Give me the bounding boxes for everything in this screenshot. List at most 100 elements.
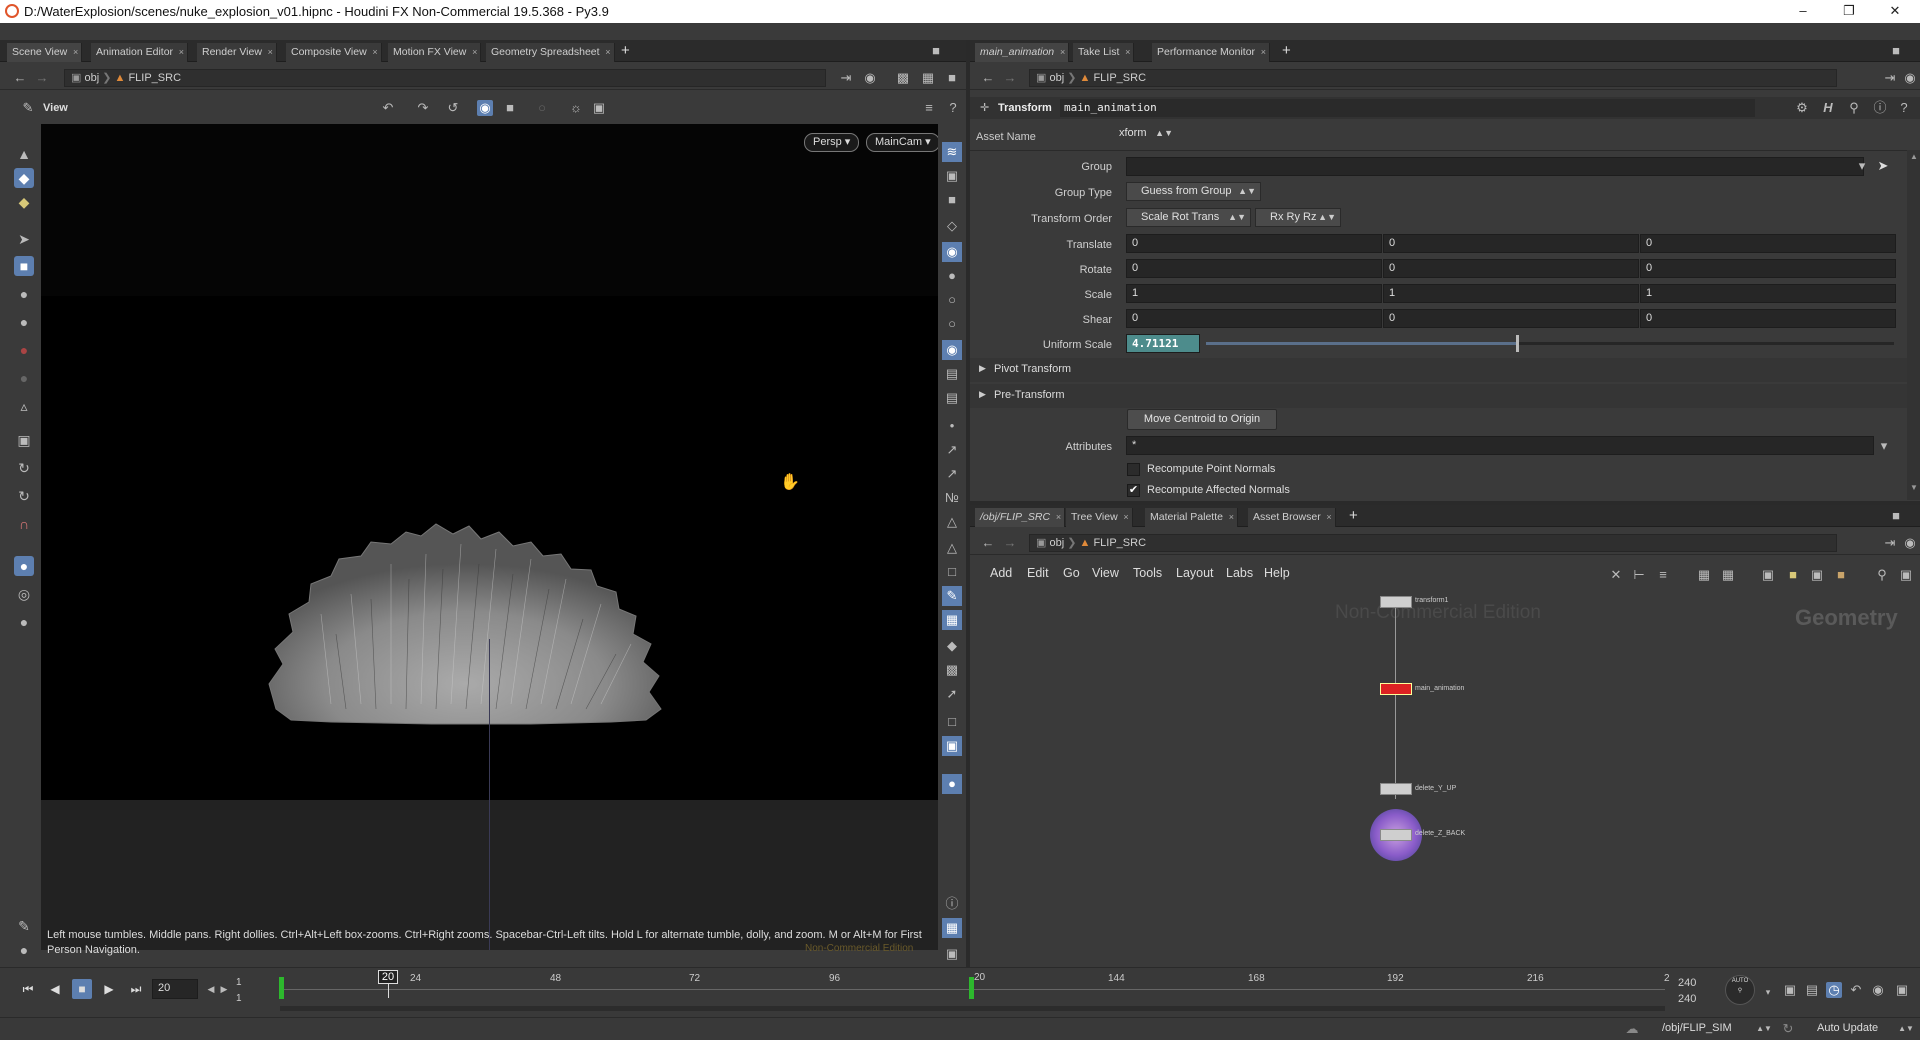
tab-composite-view[interactable]: Composite View × bbox=[286, 43, 382, 62]
translate-z-field[interactable]: 0 bbox=[1640, 234, 1896, 253]
translate-y-field[interactable]: 0 bbox=[1383, 234, 1639, 253]
tab-scene-view[interactable]: Scene View × bbox=[7, 43, 83, 62]
safe-area-icon[interactable]: □ bbox=[942, 712, 962, 732]
stop-icon[interactable]: ■ bbox=[72, 979, 92, 999]
search-icon[interactable]: ⚲ bbox=[1846, 100, 1862, 116]
tree-icon[interactable]: ≡ bbox=[921, 100, 937, 116]
rotate-y-field[interactable]: 0 bbox=[1383, 259, 1639, 278]
menu-go[interactable]: Go bbox=[1063, 566, 1080, 580]
jump-end-icon[interactable]: ⏭ bbox=[126, 979, 146, 999]
select-points-icon[interactable]: ↶ bbox=[380, 100, 396, 116]
menu-tools[interactable]: Tools bbox=[1133, 566, 1162, 580]
menu-add[interactable]: Add bbox=[990, 566, 1012, 580]
grid-icon[interactable]: ▦ bbox=[942, 610, 962, 630]
flipbook-icon[interactable]: ✎ bbox=[14, 916, 34, 936]
group-field[interactable] bbox=[1126, 157, 1864, 176]
point-number-icon[interactable]: № bbox=[942, 488, 962, 508]
back-arrow-icon[interactable]: ← bbox=[980, 70, 996, 86]
range-end[interactable]: 240 bbox=[1678, 977, 1696, 989]
current-frame-field[interactable]: 20 bbox=[152, 979, 198, 999]
select-objects-icon[interactable]: ◉ bbox=[477, 100, 493, 116]
rotate-z-field[interactable]: 0 bbox=[1640, 259, 1896, 278]
guide-icon[interactable]: ▤ bbox=[942, 388, 962, 408]
x-ray-icon[interactable]: ◇ bbox=[942, 216, 962, 236]
step-back-icon[interactable]: ◀ bbox=[45, 979, 65, 999]
playhead[interactable]: 20 bbox=[378, 970, 398, 984]
gear-icon[interactable]: ⚙ bbox=[1794, 100, 1810, 116]
recompute-affected-normals-checkbox[interactable]: ✔ bbox=[1127, 484, 1140, 497]
render-tool-icon[interactable]: ● bbox=[14, 612, 34, 632]
add-tab-icon[interactable]: + bbox=[1349, 507, 1358, 524]
palette-icon[interactable]: ■ bbox=[1833, 567, 1849, 583]
restore-icon[interactable]: ❐ bbox=[1826, 0, 1872, 23]
display-options-icon[interactable]: ☼ bbox=[568, 100, 584, 116]
normal-display-icon[interactable]: ↗ bbox=[942, 440, 962, 460]
jump-start-icon[interactable]: ⏮ bbox=[18, 979, 38, 999]
scale-y-field[interactable]: 1 bbox=[1383, 284, 1639, 303]
menu-layout[interactable]: Layout bbox=[1176, 566, 1214, 580]
camera-tool-icon[interactable]: ● bbox=[14, 312, 34, 332]
back-arrow-icon[interactable]: ← bbox=[12, 70, 28, 86]
snap-icon[interactable]: ➚ bbox=[942, 684, 962, 704]
help-h-icon[interactable]: H bbox=[1820, 100, 1836, 116]
pin-icon[interactable]: ⇥ bbox=[1882, 70, 1898, 86]
scale-tool-icon[interactable]: ↻ bbox=[14, 486, 34, 506]
snapshot-view-icon[interactable]: ▣ bbox=[591, 100, 607, 116]
timeline-range-bar[interactable] bbox=[280, 1006, 1665, 1011]
point-display-icon[interactable]: • bbox=[942, 416, 962, 436]
link-icon[interactable]: ◉ bbox=[1902, 70, 1918, 86]
node-name-field[interactable]: main_animation bbox=[1060, 99, 1755, 117]
global-anim-icon[interactable]: ▣ bbox=[1894, 982, 1910, 998]
group-type-dropdown[interactable]: Guess from Group ▲▼ bbox=[1126, 182, 1261, 201]
attributes-dropdown-icon[interactable]: ▾ bbox=[1876, 438, 1892, 454]
asset-name-dropdown[interactable]: xform ▲▼ bbox=[1105, 125, 1177, 144]
close-tab-icon[interactable]: × bbox=[268, 43, 273, 62]
rotation-order-dropdown[interactable]: Rx Ry Rz ▲▼ bbox=[1255, 208, 1341, 227]
menu-labs[interactable]: Labs bbox=[1226, 566, 1253, 580]
prim-number-icon[interactable]: △ bbox=[942, 512, 962, 532]
forward-arrow-icon[interactable]: → bbox=[1002, 70, 1018, 86]
image-icon[interactable]: ▣ bbox=[1809, 567, 1825, 583]
close-tab-icon[interactable]: × bbox=[1060, 43, 1065, 62]
menu-edit[interactable]: Edit bbox=[1027, 566, 1049, 580]
maximize-icon[interactable]: ▣ bbox=[1898, 567, 1914, 583]
close-tab-icon[interactable]: × bbox=[372, 43, 377, 62]
lock-selection-icon[interactable]: ■ bbox=[14, 256, 34, 276]
maximize-pane-icon[interactable]: ■ bbox=[944, 70, 960, 86]
forward-arrow-icon[interactable]: → bbox=[1002, 535, 1018, 551]
node-delete-z-back[interactable] bbox=[1380, 829, 1412, 841]
uniform-scale-slider-handle[interactable] bbox=[1515, 335, 1519, 352]
view-tool-icon[interactable]: ✎ bbox=[20, 100, 36, 116]
loop-icon[interactable]: ↶ bbox=[1848, 982, 1864, 998]
uniform-scale-field[interactable]: 4.71121 bbox=[1126, 334, 1200, 353]
translate-x-field[interactable]: 0 bbox=[1126, 234, 1382, 253]
link-icon[interactable]: ◉ bbox=[1902, 535, 1918, 551]
group-select-arrow-icon[interactable]: ➤ bbox=[1875, 158, 1891, 174]
pane-menu-icon[interactable]: ■ bbox=[928, 43, 944, 59]
wrench-icon[interactable]: ✕ bbox=[1608, 567, 1624, 583]
node-delete-y-up[interactable] bbox=[1380, 783, 1412, 795]
pin-icon[interactable]: ⇥ bbox=[1882, 535, 1898, 551]
visibility-icon[interactable]: ◉ bbox=[942, 340, 962, 360]
next-key-icon[interactable]: ▶ bbox=[216, 981, 232, 997]
shading-icon[interactable]: ◉ bbox=[942, 242, 962, 262]
range-end-global[interactable]: 240 bbox=[1678, 993, 1696, 1005]
path-field[interactable]: ▣ obj ❯ ▲ FLIP_SRC bbox=[64, 69, 826, 87]
group-dropdown-icon[interactable]: ▾ bbox=[1854, 158, 1870, 174]
info-icon[interactable]: ⓘ bbox=[942, 894, 962, 914]
node-transform1[interactable] bbox=[1380, 596, 1412, 608]
display-mode-icon[interactable]: ≋ bbox=[942, 142, 962, 162]
path-field[interactable]: ▣ obj ❯ ▲ FLIP_SRC bbox=[1029, 534, 1837, 552]
minimize-icon[interactable]: – bbox=[1780, 0, 1826, 23]
inactive-tool-icon[interactable]: ● bbox=[14, 368, 34, 388]
play-icon[interactable]: ▶ bbox=[99, 979, 119, 999]
profile-icon[interactable]: ✎ bbox=[942, 586, 962, 606]
range-start-global[interactable]: 1 bbox=[236, 993, 242, 1004]
tab-motion-fx-view[interactable]: Motion FX View × bbox=[388, 43, 482, 62]
rotate-tool-icon[interactable]: ↻ bbox=[14, 458, 34, 478]
close-tab-icon[interactable]: × bbox=[1229, 508, 1234, 527]
tab-animation-editor[interactable]: Animation Editor × bbox=[91, 43, 189, 62]
close-tab-icon[interactable]: × bbox=[605, 43, 610, 62]
range-start[interactable]: 1 bbox=[236, 977, 242, 988]
move-centroid-button[interactable]: Move Centroid to Origin bbox=[1127, 409, 1277, 430]
